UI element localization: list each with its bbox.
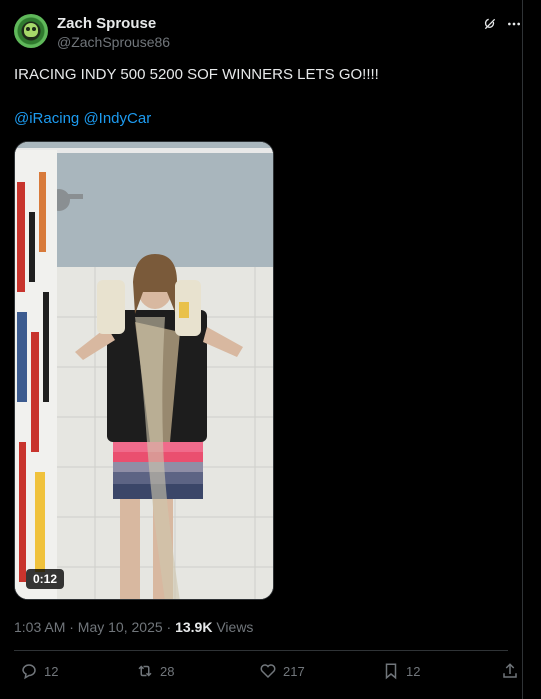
avatar-eye xyxy=(32,27,36,31)
like-button[interactable]: 217 xyxy=(259,661,305,681)
repost-button[interactable]: 28 xyxy=(136,661,174,681)
tweet-meta: 1:03 AM · May 10, 2025 · 13.9K Views xyxy=(14,619,253,635)
mention-iracing[interactable]: @iRacing xyxy=(14,110,79,127)
share-button[interactable] xyxy=(501,661,525,681)
share-icon xyxy=(503,663,517,678)
repost-count: 28 xyxy=(160,663,175,679)
views-count: 13.9K xyxy=(175,619,213,635)
like-icon xyxy=(260,664,276,679)
avatar[interactable] xyxy=(14,14,48,48)
bookmark-icon xyxy=(385,663,397,680)
reply-button[interactable]: 12 xyxy=(20,661,58,681)
reply-count: 12 xyxy=(44,663,59,679)
reply-icon xyxy=(22,664,36,680)
mention-indycar[interactable]: @IndyCar xyxy=(83,110,151,127)
grok-icon[interactable] xyxy=(482,16,498,32)
views-label: Views xyxy=(212,619,254,635)
action-bar: 12 28 217 12 xyxy=(14,661,517,681)
divider xyxy=(14,650,508,651)
bookmark-count: 12 xyxy=(406,663,421,679)
like-count: 217 xyxy=(283,663,305,679)
avatar-eye xyxy=(26,27,30,31)
more-icon[interactable] xyxy=(506,16,522,32)
repost-icon xyxy=(138,665,152,677)
tweet-text: IRACING INDY 500 5200 SOF WINNERS LETS G… xyxy=(14,66,379,83)
timestamp[interactable]: 1:03 AM · May 10, 2025 · xyxy=(14,619,175,635)
video-frame xyxy=(15,142,273,599)
author-handle[interactable]: @ZachSprouse86 xyxy=(57,34,170,50)
tweet-mentions: @iRacing @IndyCar xyxy=(14,110,151,127)
video-player[interactable] xyxy=(14,141,274,600)
video-duration-badge: 0:12 xyxy=(26,569,65,589)
author-name[interactable]: Zach Sprouse xyxy=(57,15,156,32)
bookmark-button[interactable]: 12 xyxy=(382,661,420,681)
tweet-detail: Zach Sprouse @ZachSprouse86 IRACING INDY… xyxy=(0,0,523,699)
